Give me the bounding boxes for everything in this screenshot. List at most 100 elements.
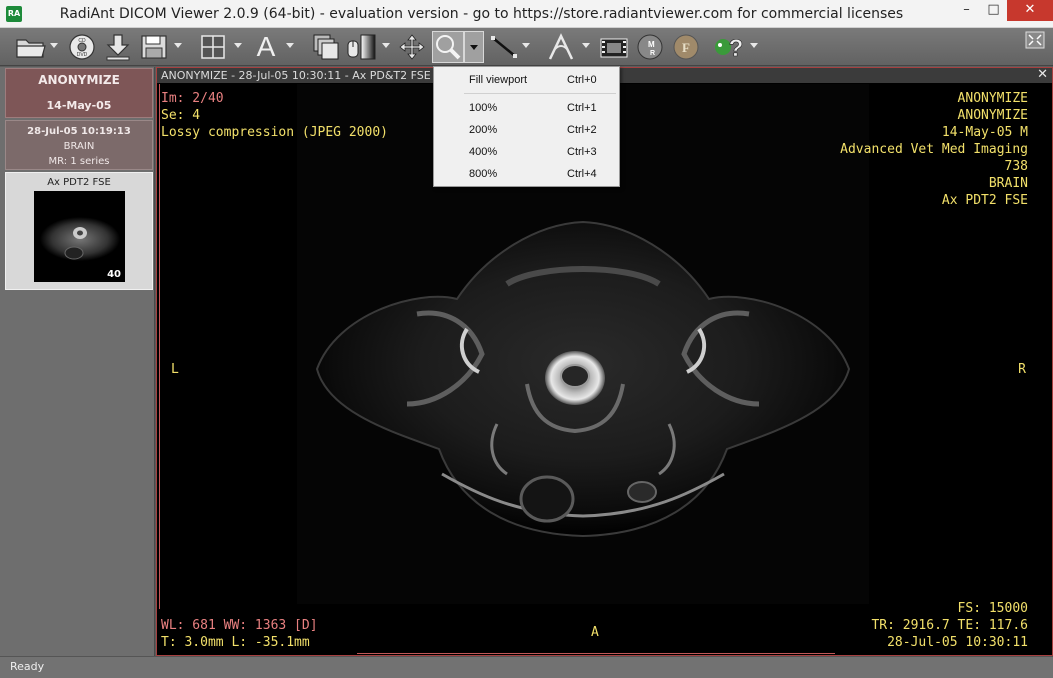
- chevron-down-icon[interactable]: [382, 43, 390, 48]
- pan-arrows-icon: [399, 34, 425, 60]
- toolbar: CD DVD A M R F ?: [0, 28, 1053, 66]
- fullscreen-icon: [1025, 31, 1045, 49]
- help-question-icon: ?: [715, 35, 744, 61]
- study-card[interactable]: 28-Jul-05 10:19:13 BRAIN MR: 1 series: [5, 120, 153, 170]
- window-level-icon: [347, 34, 376, 60]
- menu-item-fill-viewport[interactable]: Fill viewport Ctrl+0: [434, 70, 619, 90]
- close-viewport-icon[interactable]: ✕: [1037, 68, 1048, 82]
- horizontal-scale-ruler: [357, 648, 835, 654]
- tr-te-overlay: TR: 2916.7 TE: 117.6: [871, 618, 1028, 633]
- maximize-button[interactable]: □: [980, 0, 1007, 21]
- series-stack-button[interactable]: [310, 31, 342, 63]
- menu-item-zoom-800[interactable]: 800% Ctrl+4: [434, 164, 619, 184]
- 3d-tools-button[interactable]: [544, 31, 578, 63]
- series-label: Ax PDT2 FSE: [47, 177, 111, 188]
- orientation-left-marker: L: [171, 362, 179, 377]
- study-datetime: 28-Jul-05 10:19:13: [27, 126, 131, 137]
- svg-text:?: ?: [729, 35, 744, 61]
- study-description-overlay: BRAIN: [988, 176, 1028, 191]
- fusion-icon: F: [673, 34, 699, 60]
- svg-text:DVD: DVD: [77, 52, 88, 58]
- angle-tool-icon: [548, 33, 574, 60]
- pan-button[interactable]: [396, 31, 428, 63]
- help-button[interactable]: ?: [712, 31, 748, 63]
- viewport-title: ANONYMIZE - 28-Jul-05 10:30:11 - Ax PD&T…: [161, 69, 431, 82]
- app-window: R A RadiAnt DICOM Viewer 2.0.9 (64-bit) -…: [0, 0, 1053, 678]
- window-level-button[interactable]: [344, 31, 378, 63]
- status-bar: Ready: [0, 656, 1053, 678]
- patient-id-overlay: ANONYMIZE: [957, 108, 1028, 123]
- grid-layout-icon: [201, 35, 225, 59]
- orientation-anterior-marker: A: [591, 625, 599, 640]
- series-number: Se: 4: [161, 108, 201, 123]
- magnifier-icon: [436, 35, 461, 60]
- study-browser-panel: ANONYMIZE 14-May-05 28-Jul-05 10:19:13 B…: [0, 67, 155, 656]
- chevron-down-icon[interactable]: [522, 43, 530, 48]
- zoom-button[interactable]: [432, 31, 464, 63]
- window-level-overlay: WL: 681 WW: 1363 [D]: [161, 618, 318, 633]
- menu-separator: [464, 93, 616, 94]
- chevron-down-icon[interactable]: [50, 43, 58, 48]
- image-number: Im: 2/40: [161, 91, 224, 106]
- ruler-line-icon: [491, 36, 517, 58]
- series-description-overlay: Ax PDT2 FSE: [941, 193, 1028, 208]
- series-thumbnail-image: 40: [34, 191, 125, 282]
- slice-thickness-overlay: T: 3.0mm L: -35.1mm: [161, 635, 310, 650]
- fusion-button[interactable]: F: [670, 31, 702, 63]
- mpr-icon: MR: [637, 34, 663, 60]
- patient-name: ANONYMIZE: [38, 73, 120, 87]
- menu-item-zoom-400[interactable]: 400% Ctrl+3: [434, 142, 619, 162]
- study-id-overlay: 738: [1004, 159, 1028, 174]
- svg-text:CD: CD: [78, 38, 86, 44]
- chevron-down-icon: [470, 44, 478, 50]
- patient-name-overlay: ANONYMIZE: [957, 91, 1028, 106]
- layout-button[interactable]: [196, 31, 230, 63]
- svg-text:M: M: [648, 40, 655, 49]
- patient-birth-sex-overlay: 14-May-05 M: [941, 125, 1028, 140]
- film-camera-icon: [600, 38, 628, 58]
- save-icon: [141, 35, 167, 59]
- open-cd-button[interactable]: CD DVD: [66, 31, 98, 63]
- title-bar: RA RadiAnt DICOM Viewer 2.0.9 (64-bit) -…: [0, 0, 1053, 28]
- open-folder-button[interactable]: [14, 31, 48, 63]
- cd-dvd-icon: CD DVD: [69, 34, 95, 60]
- window-controls: – □ ✕: [953, 0, 1053, 22]
- study-summary: MR: 1 series: [48, 156, 110, 167]
- mpr-button[interactable]: MR: [634, 31, 666, 63]
- menu-item-zoom-200[interactable]: 200% Ctrl+2: [434, 120, 619, 140]
- folder-icon: [16, 39, 46, 58]
- minimize-button[interactable]: –: [953, 0, 980, 21]
- institution-overlay: Advanced Vet Med Imaging: [840, 142, 1028, 157]
- download-button[interactable]: [102, 31, 134, 63]
- image-stack-icon: [313, 34, 339, 60]
- chevron-down-icon[interactable]: [582, 43, 590, 48]
- window-title: RadiAnt DICOM Viewer 2.0.9 (64-bit) - ev…: [59, 6, 904, 22]
- download-icon: [106, 34, 130, 61]
- save-button[interactable]: [138, 31, 170, 63]
- status-text: Ready: [10, 660, 45, 673]
- text-a-icon: A: [256, 31, 276, 62]
- study-description: BRAIN: [63, 141, 95, 152]
- series-image-count: 40: [107, 269, 121, 280]
- zoom-dropdown-button[interactable]: [464, 31, 484, 63]
- acquisition-datetime-overlay: 28-Jul-05 10:30:11: [887, 635, 1028, 650]
- fullscreen-button[interactable]: [1024, 30, 1046, 50]
- chevron-down-icon[interactable]: [234, 43, 242, 48]
- svg-text:F: F: [682, 40, 690, 55]
- measure-button[interactable]: [488, 31, 520, 63]
- orientation-right-marker: R: [1018, 362, 1026, 377]
- close-button[interactable]: ✕: [1007, 0, 1053, 21]
- chevron-down-icon[interactable]: [286, 43, 294, 48]
- compression-info: Lossy compression (JPEG 2000): [161, 125, 388, 140]
- zoom-dropdown-menu: Fill viewport Ctrl+0 100% Ctrl+1 200% Ct…: [433, 66, 620, 187]
- menu-item-zoom-100[interactable]: 100% Ctrl+1: [434, 98, 619, 118]
- series-thumbnail-card[interactable]: Ax PDT2 FSE 40: [5, 172, 153, 290]
- patient-card[interactable]: ANONYMIZE 14-May-05: [5, 68, 153, 118]
- chevron-down-icon[interactable]: [750, 43, 758, 48]
- svg-text:R: R: [650, 50, 655, 57]
- cine-button[interactable]: [598, 31, 630, 63]
- field-strength-overlay: FS: 15000: [957, 601, 1028, 616]
- chevron-down-icon[interactable]: [174, 43, 182, 48]
- patient-date: 14-May-05: [46, 99, 112, 112]
- text-annotation-button[interactable]: A: [250, 31, 282, 63]
